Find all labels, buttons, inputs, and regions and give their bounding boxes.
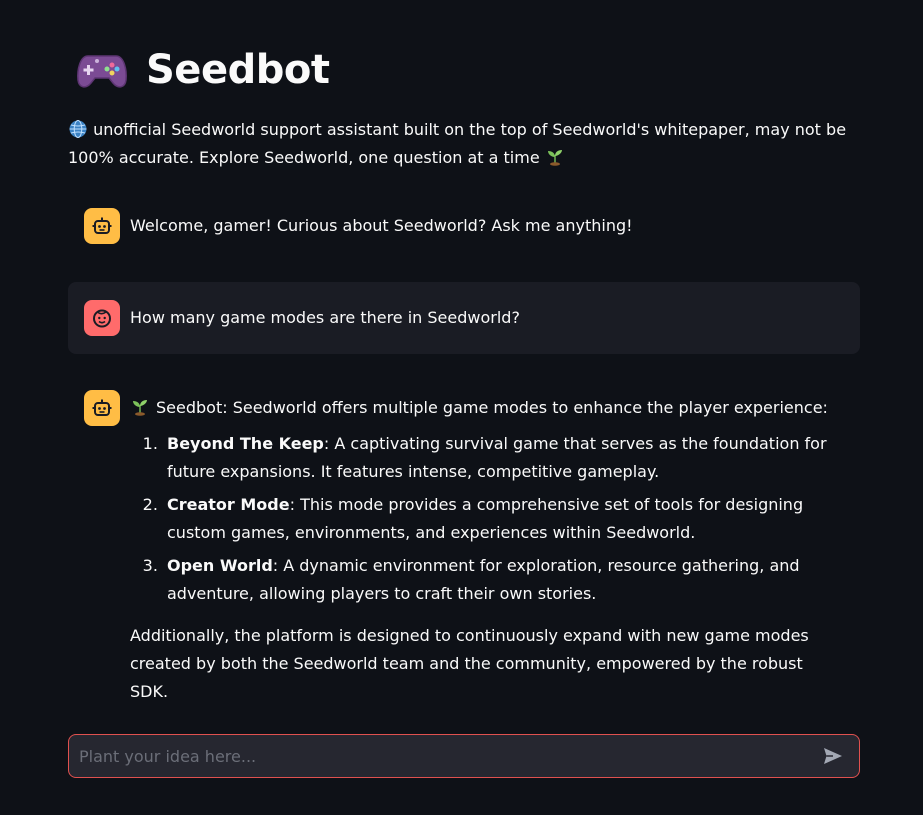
- chat-message-assistant: Welcome, gamer! Curious about Seedworld?…: [68, 190, 860, 262]
- page-header: Seedbot: [76, 40, 330, 100]
- app-description-text: unofficial Seedworld support assistant b…: [68, 120, 847, 167]
- sprout-icon: [545, 147, 565, 167]
- chat-message-user: How many game modes are there in Seedwor…: [68, 282, 860, 354]
- chat-message-assistant: Seedbot: Seedworld offers multiple game …: [68, 372, 860, 724]
- list-item: Open World: A dynamic environment for ex…: [163, 552, 844, 608]
- chat-input[interactable]: [69, 735, 813, 777]
- message-text: Welcome, gamer! Curious about Seedworld?…: [130, 216, 633, 235]
- send-button[interactable]: [813, 736, 853, 776]
- mode-name: Creator Mode: [167, 495, 290, 514]
- app-page: Seedbot unofficial Seedworld support ass…: [0, 0, 923, 815]
- send-icon: [824, 748, 842, 764]
- chat-history: Welcome, gamer! Curious about Seedworld?…: [68, 190, 860, 724]
- list-item: Beyond The Keep: A captivating survival …: [163, 430, 844, 486]
- mode-name: Beyond The Keep: [167, 434, 324, 453]
- bot-icon: [84, 208, 120, 244]
- sprout-icon: [130, 397, 150, 417]
- answer-intro-text: Seedbot: Seedworld offers multiple game …: [156, 398, 828, 417]
- mode-name: Open World: [167, 556, 273, 575]
- list-item: Creator Mode: This mode provides a compr…: [163, 491, 844, 547]
- user-face-icon: [84, 300, 120, 336]
- message-text: How many game modes are there in Seedwor…: [130, 308, 520, 327]
- answer-intro: Seedbot: Seedworld offers multiple game …: [130, 394, 844, 422]
- bot-icon: [84, 390, 120, 426]
- game-controller-icon: [76, 44, 128, 96]
- answer-outro: Additionally, the platform is designed t…: [130, 626, 809, 701]
- page-title: Seedbot: [146, 47, 330, 93]
- game-modes-list: Beyond The Keep: A captivating survival …: [130, 430, 844, 608]
- app-description: unofficial Seedworld support assistant b…: [68, 116, 868, 172]
- globe-icon: [68, 119, 88, 139]
- chat-input-bar: [68, 734, 860, 778]
